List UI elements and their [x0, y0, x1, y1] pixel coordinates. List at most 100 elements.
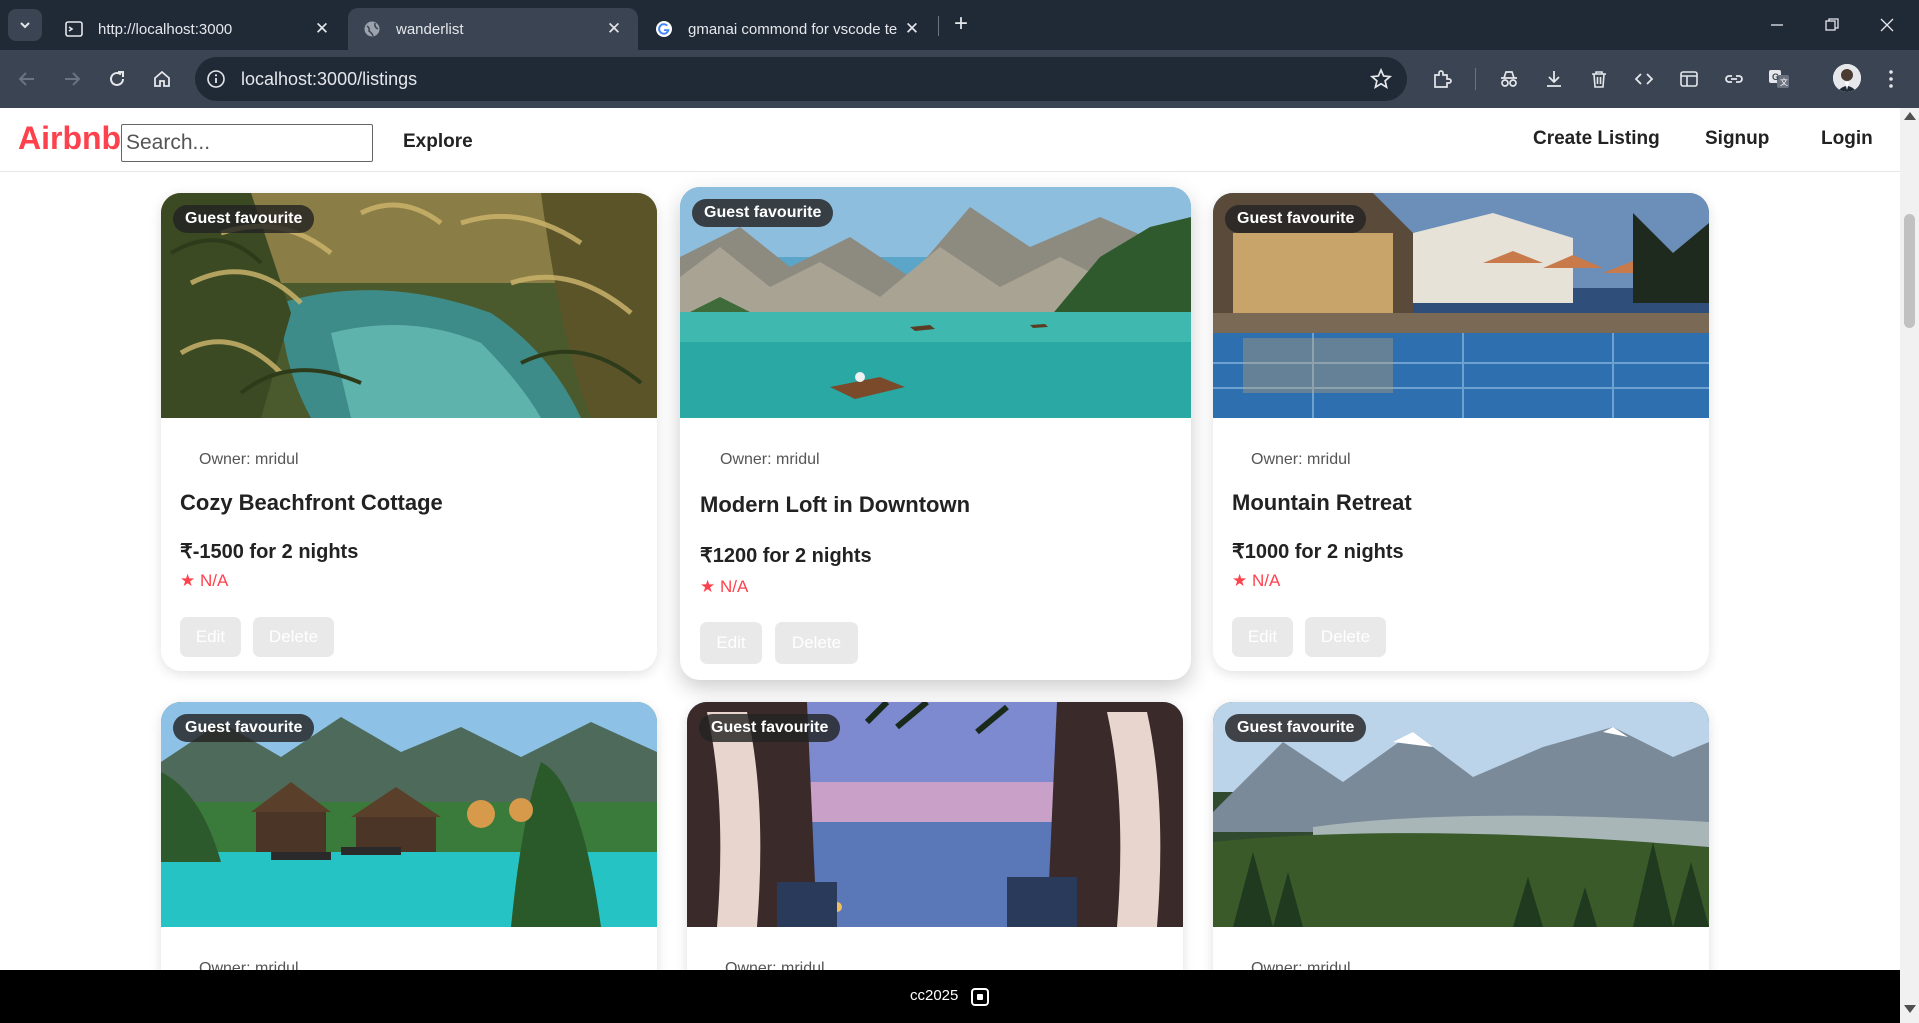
puzzle-icon: [1434, 70, 1452, 88]
listing-card[interactable]: Guest favourite Owner: mridul: [687, 702, 1183, 970]
restore-icon: [1825, 18, 1839, 31]
download-icon: [1547, 71, 1561, 87]
site-footer: cc2025: [0, 970, 1900, 1023]
tab-search-button[interactable]: [8, 9, 42, 41]
guest-favourite-badge: Guest favourite: [692, 199, 834, 227]
listing-owner: Owner: mridul: [725, 960, 825, 970]
listing-price: ₹1000 for 2 nights: [1232, 541, 1404, 563]
terminal-icon: [64, 19, 84, 39]
mountain-lake-image[interactable]: Guest favourite: [680, 187, 1191, 418]
translate-button[interactable]: G文: [1764, 64, 1794, 94]
tropical-resort-image[interactable]: Guest favourite: [161, 702, 657, 927]
search-input[interactable]: [121, 124, 373, 162]
restore-button[interactable]: [1817, 10, 1847, 40]
download-button[interactable]: [1539, 64, 1569, 94]
guest-favourite-badge: Guest favourite: [173, 714, 315, 742]
edit-button[interactable]: Edit: [700, 622, 762, 664]
scroll-thumb[interactable]: [1904, 214, 1915, 328]
listing-card[interactable]: Guest favourite Owner: mridul Modern Lof…: [680, 187, 1191, 680]
svg-text:G: G: [1772, 72, 1779, 82]
listing-title: Modern Loft in Downtown: [700, 492, 971, 517]
listing-owner: Owner: mridul: [720, 451, 820, 468]
reload-button[interactable]: [100, 62, 134, 96]
scroll-down-arrow-icon[interactable]: [1904, 1005, 1916, 1013]
minimize-button[interactable]: [1762, 10, 1792, 40]
extensions-button[interactable]: [1427, 64, 1457, 94]
listing-rating: ★ N/A: [1232, 571, 1281, 590]
listing-price: ₹1200 for 2 nights: [700, 545, 872, 567]
palm-lagoon-image[interactable]: Guest favourite: [161, 193, 657, 418]
minimize-icon: [1771, 24, 1783, 26]
page-scrollbar[interactable]: [1900, 108, 1919, 1023]
listing-title: Mountain Retreat: [1232, 490, 1412, 515]
tab-title: wanderlist: [396, 20, 464, 38]
nav-create-listing[interactable]: Create Listing: [1533, 128, 1660, 150]
google-icon: [654, 19, 674, 39]
listing-title: Cozy Beachfront Cottage: [180, 490, 443, 515]
bookmark-star-icon[interactable]: [1369, 67, 1393, 91]
trash-button[interactable]: [1584, 64, 1614, 94]
back-button[interactable]: [10, 62, 44, 96]
more-menu-button[interactable]: [1876, 64, 1906, 94]
nav-explore[interactable]: Explore: [403, 131, 473, 153]
listing-owner: Owner: mridul: [199, 451, 299, 468]
edit-button[interactable]: Edit: [1232, 617, 1293, 657]
address-bar[interactable]: localhost:3000/listings: [195, 57, 1407, 101]
home-icon: [154, 70, 170, 87]
listing-card[interactable]: Guest favourite Owner: mridul Cozy Beach…: [161, 193, 657, 671]
scroll-up-arrow-icon[interactable]: [1904, 112, 1916, 120]
link-button[interactable]: [1719, 64, 1749, 94]
nav-signup[interactable]: Signup: [1705, 128, 1769, 150]
reload-icon: [110, 71, 124, 86]
close-window-button[interactable]: [1872, 10, 1902, 40]
tab-title: gmanai commond for vscode te: [688, 20, 898, 38]
tab-google[interactable]: gmanai commond for vscode te ✕: [640, 8, 936, 50]
delete-button[interactable]: Delete: [1305, 617, 1386, 657]
address-url[interactable]: localhost:3000/listings: [241, 69, 417, 90]
forward-button[interactable]: [55, 62, 89, 96]
close-icon: [1880, 18, 1894, 32]
code-icon: [1634, 73, 1654, 85]
new-tab-button[interactable]: +: [948, 12, 974, 38]
guest-favourite-badge: Guest favourite: [173, 205, 315, 233]
profile-avatar[interactable]: [1833, 64, 1861, 92]
toolbar-separator: [1475, 68, 1476, 90]
listing-card[interactable]: Guest favourite Owner: mridul: [1213, 702, 1709, 970]
listing-owner: Owner: mridul: [1251, 451, 1351, 468]
brand-logo[interactable]: Airbnb: [18, 120, 121, 157]
site-info-icon[interactable]: [203, 66, 229, 92]
layout-button[interactable]: [1674, 64, 1704, 94]
tab-localhost[interactable]: http://localhost:3000 ✕: [50, 8, 346, 50]
home-button[interactable]: [145, 62, 179, 96]
edit-button[interactable]: Edit: [180, 617, 241, 657]
incognito-button[interactable]: [1494, 64, 1524, 94]
link-icon: [1725, 75, 1743, 83]
close-icon[interactable]: ✕: [312, 19, 332, 39]
sunset-cabana-image[interactable]: Guest favourite: [687, 702, 1183, 927]
globe-icon: [362, 19, 382, 39]
listing-card[interactable]: Guest favourite Owner: mridul Mountain R…: [1213, 193, 1709, 671]
delete-button[interactable]: Delete: [775, 622, 858, 664]
layout-icon: [1680, 71, 1698, 87]
listing-owner: Owner: mridul: [1251, 960, 1351, 970]
guest-favourite-badge: Guest favourite: [1225, 714, 1367, 742]
square-dot-icon: [971, 988, 989, 1006]
guest-favourite-badge: Guest favourite: [1225, 205, 1367, 233]
alpine-valley-image[interactable]: Guest favourite: [1213, 702, 1709, 927]
browser-tab-bar: http://localhost:3000 ✕ wanderlist ✕ gma…: [0, 0, 1919, 50]
page-viewport: Airbnb Explore Create Listing Signup Log…: [0, 108, 1900, 970]
tab-title: http://localhost:3000: [98, 20, 233, 38]
close-icon[interactable]: ✕: [902, 19, 922, 39]
listing-rating: ★ N/A: [180, 571, 229, 590]
nav-login[interactable]: Login: [1821, 128, 1873, 150]
listing-card[interactable]: Guest favourite Owner: mridul: [161, 702, 657, 970]
listing-owner: Owner: mridul: [199, 960, 299, 970]
resort-pool-image[interactable]: Guest favourite: [1213, 193, 1709, 418]
tab-wanderlist[interactable]: wanderlist ✕: [348, 8, 638, 50]
tab-separator: [938, 16, 939, 36]
code-button[interactable]: [1629, 64, 1659, 94]
spy-icon: [1501, 71, 1517, 87]
close-icon[interactable]: ✕: [604, 19, 624, 39]
delete-button[interactable]: Delete: [253, 617, 334, 657]
arrow-right-icon: [65, 72, 81, 86]
